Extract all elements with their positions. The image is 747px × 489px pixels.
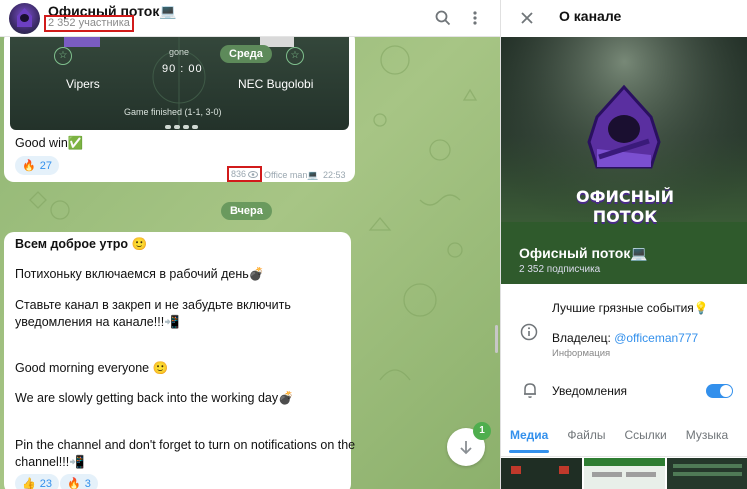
message-time: 22:53 [323, 170, 346, 180]
media-thumbnail[interactable] [667, 458, 747, 489]
owner-link[interactable]: @officeman777 [614, 331, 698, 345]
reaction-count: 3 [84, 477, 91, 489]
chat-header: Офисный поток💻 2 352 участника [0, 0, 500, 37]
reaction-fire[interactable]: 🔥 3 [60, 474, 98, 489]
scrollbar[interactable] [495, 325, 498, 353]
team-left: Vipers [66, 77, 100, 91]
unread-badge: 1 [473, 422, 491, 440]
eye-icon [248, 170, 259, 178]
tab-links[interactable]: Ссылки [624, 428, 666, 458]
tabs-divider [501, 456, 747, 457]
message-text: Good win✅ [15, 136, 84, 150]
message-line: channel!!!📲 [15, 455, 85, 469]
media-thumbnail[interactable] [584, 458, 665, 489]
reaction-count: 23 [39, 477, 52, 489]
thumbs-up-icon: 👍 [22, 478, 36, 489]
message-line: Всем доброе утро 🙂 [15, 237, 148, 251]
info-label: Информация [552, 348, 611, 359]
match-result: Game finished (1-1, 3-0) [124, 107, 222, 117]
tab-media[interactable]: Медиа [508, 428, 550, 458]
hooded-figure-icon [17, 8, 32, 27]
view-count: 836 [227, 166, 263, 182]
subscriber-count: 2 352 подписчика [519, 264, 601, 275]
panel-header: О канале [501, 0, 747, 37]
views-number: 836 [231, 169, 247, 179]
logo-line: ОФИСНЫЙ [576, 187, 674, 206]
match-status: gone [169, 47, 190, 57]
notifications-label: Уведомления [552, 384, 628, 398]
fire-icon: 🔥 [22, 160, 36, 172]
message-author: Office man💻 [264, 170, 319, 180]
message-line: уведомления на канале!!!📲 [15, 315, 180, 329]
message-line: Потихоньку включаемся в рабочий день💣 [15, 267, 265, 281]
favorite-star-icon[interactable]: ☆ [286, 47, 304, 65]
arrow-down-icon [460, 441, 472, 455]
favorite-star-icon[interactable]: ☆ [54, 47, 72, 65]
day-badge: Среда [220, 45, 272, 63]
message-line: We are slowly getting back into the work… [15, 391, 294, 405]
day-divider: Вчера [221, 202, 272, 220]
reaction-thumbs-up[interactable]: 👍 23 [15, 474, 59, 489]
logo-title: ОФИСНЫЙ ПОТОК [565, 187, 685, 227]
message-line: Ставьте канал в закреп и не забудьте вкл… [15, 298, 291, 312]
match-card-image[interactable]: ☆ ☆ gone 90 : 00 Vipers NEC Bugolobi Gam… [10, 37, 349, 130]
channel-info-panel: О канале ОФИСНЫЙ ПОТОК Офисный поток💻 2 … [500, 0, 747, 489]
match-score: 90 : 00 [162, 63, 203, 75]
message-line: Good morning everyone 🙂 [15, 361, 169, 375]
channel-name: Офисный поток💻 [519, 245, 648, 261]
tab-files[interactable]: Файлы [567, 428, 605, 458]
channel-description: Лучшие грязные события💡 [552, 301, 709, 315]
more-vertical-icon[interactable] [465, 8, 485, 28]
media-tabs: Медиа Файлы Ссылки Музыка Г [501, 428, 747, 458]
channel-avatar[interactable] [9, 3, 40, 34]
owner-label: Владелец: [552, 331, 615, 345]
logo-line: ПОТОК [592, 207, 658, 226]
team-right: NEC Bugolobi [238, 77, 314, 91]
bell-icon [521, 381, 539, 399]
pagination-dots [165, 125, 198, 129]
reaction-count: 27 [39, 159, 52, 172]
fire-icon: 🔥 [67, 478, 81, 489]
search-icon[interactable] [433, 8, 453, 28]
tab-music[interactable]: Музыка [686, 428, 728, 458]
owner-row: Владелец: @officeman777 [552, 331, 698, 345]
panel-title: О канале [559, 8, 622, 24]
channel-cover-image[interactable]: ОФИСНЫЙ ПОТОК Офисный поток💻 2 352 подпи… [501, 37, 747, 284]
member-count: 2 352 участника [44, 15, 134, 32]
close-icon[interactable] [518, 9, 536, 27]
reaction-fire[interactable]: 🔥 27 [15, 156, 59, 175]
notifications-toggle[interactable] [706, 384, 733, 398]
message-line: Pin the channel and don't forget to turn… [15, 438, 356, 452]
media-thumbnail[interactable] [501, 458, 582, 489]
info-icon [520, 323, 538, 341]
chat-area: Офисный поток💻 2 352 участника ☆ ☆ gone … [0, 0, 500, 489]
